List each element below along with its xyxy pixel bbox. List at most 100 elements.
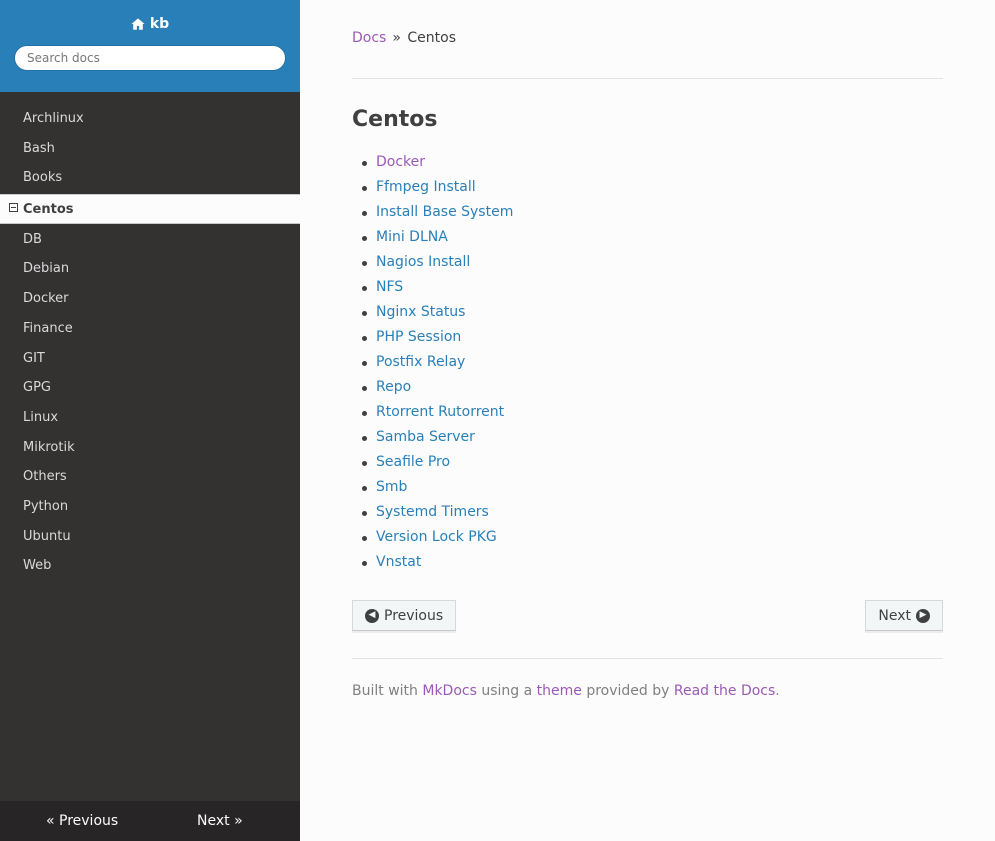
arrow-circle-right-icon: ▶ bbox=[916, 608, 930, 623]
sidebar-item-label: Ubuntu bbox=[23, 528, 71, 544]
sidebar-item-label: Archlinux bbox=[23, 111, 84, 126]
list-item: Version Lock PKG bbox=[352, 525, 943, 550]
list-item: Systemd Timers bbox=[352, 500, 943, 525]
sidebar-item-linux[interactable]: Linux bbox=[0, 403, 300, 433]
breadcrumb-current: Centos bbox=[407, 30, 456, 46]
sidebar-item-label: Web bbox=[23, 558, 52, 574]
page-list: Docker Ffmpeg Install Install Base System M… bbox=[352, 150, 943, 575]
sidebar-item-finance[interactable]: Finance bbox=[0, 314, 300, 344]
list-item: Repo bbox=[352, 375, 943, 400]
page-link[interactable]: NFS bbox=[376, 279, 403, 295]
sidebar-item-web[interactable]: Web bbox=[0, 551, 300, 581]
sidebar-item-centos[interactable]: Centos bbox=[0, 194, 300, 224]
list-item: Rtorrent Rutorrent bbox=[352, 400, 943, 425]
sidebar-item-label: Debian bbox=[23, 261, 70, 277]
sidebar-item-debian[interactable]: Debian bbox=[0, 254, 300, 284]
read-the-docs-link[interactable]: Read the Docs bbox=[674, 683, 775, 699]
page-link[interactable]: Install Base System bbox=[376, 204, 513, 220]
arrow-circle-left-icon: ◀ bbox=[365, 608, 379, 623]
sidebar-item-bash[interactable]: Bash bbox=[0, 134, 300, 164]
sidebar-next-link[interactable]: Next » bbox=[197, 813, 243, 829]
sidebar-item-db[interactable]: DB bbox=[0, 225, 300, 255]
list-item: Install Base System bbox=[352, 200, 943, 225]
sidebar-item-git[interactable]: GIT bbox=[0, 344, 300, 374]
footer-text-built-with: Built with bbox=[352, 683, 418, 699]
list-item: Smb bbox=[352, 475, 943, 500]
mkdocs-link[interactable]: MkDocs bbox=[422, 683, 477, 699]
previous-button[interactable]: ◀ Previous bbox=[352, 600, 457, 631]
theme-link[interactable]: theme bbox=[537, 683, 582, 699]
sidebar-item-docker[interactable]: Docker bbox=[0, 284, 300, 314]
sidebar-previous-link[interactable]: « Previous bbox=[46, 813, 118, 829]
next-button-label: Next bbox=[878, 607, 911, 624]
footer-text-using-a: using a bbox=[481, 683, 533, 699]
list-item: Seafile Pro bbox=[352, 450, 943, 475]
sidebar-item-label: Others bbox=[23, 469, 67, 485]
list-item: Samba Server bbox=[352, 425, 943, 450]
page-link[interactable]: Samba Server bbox=[376, 429, 475, 445]
page-link[interactable]: Ffmpeg Install bbox=[376, 179, 476, 195]
next-button[interactable]: Next ▶ bbox=[865, 600, 943, 631]
footer-text-provided-by: provided by bbox=[586, 683, 670, 699]
page-link[interactable]: Vnstat bbox=[376, 554, 421, 570]
sidebar-item-label: Books bbox=[23, 170, 63, 186]
pager: ◀ Previous Next ▶ bbox=[352, 600, 943, 634]
previous-button-label: Previous bbox=[384, 607, 444, 624]
sidebar-item-label: GIT bbox=[23, 350, 45, 366]
search-input[interactable] bbox=[14, 45, 286, 71]
page-link[interactable]: Systemd Timers bbox=[376, 504, 489, 520]
list-item: Nginx Status bbox=[352, 300, 943, 325]
footer-divider bbox=[352, 658, 943, 659]
page-link[interactable]: Mini DLNA bbox=[376, 229, 448, 245]
sidebar-item-label: Finance bbox=[23, 320, 73, 336]
collapse-toggle-icon[interactable] bbox=[9, 203, 18, 213]
sidebar-footer: « Previous Next » bbox=[0, 801, 300, 841]
page-link[interactable]: Nginx Status bbox=[376, 304, 465, 320]
sidebar-item-mikrotik[interactable]: Mikrotik bbox=[0, 433, 300, 463]
list-item: Nagios Install bbox=[352, 250, 943, 275]
sidebar-item-archlinux[interactable]: Archlinux bbox=[0, 104, 300, 134]
sidebar-item-books[interactable]: Books bbox=[0, 163, 300, 193]
sidebar-item-label: Docker bbox=[23, 291, 69, 307]
sidebar-item-label: DB bbox=[23, 231, 42, 247]
sidebar-item-label: Python bbox=[23, 498, 69, 514]
breadcrumb-docs-link[interactable]: Docs bbox=[352, 30, 386, 46]
footer-period: . bbox=[775, 683, 780, 699]
sidebar-item-python[interactable]: Python bbox=[0, 492, 300, 522]
page-link[interactable]: Smb bbox=[376, 479, 407, 495]
sidebar-item-label: Mikrotik bbox=[23, 439, 75, 455]
list-item: NFS bbox=[352, 275, 943, 300]
page-link[interactable]: Repo bbox=[376, 379, 411, 395]
sidebar-item-gpg[interactable]: GPG bbox=[0, 373, 300, 403]
sidebar-item-label: Bash bbox=[23, 140, 55, 156]
breadcrumb: Docs » Centos bbox=[352, 0, 943, 79]
list-item: Vnstat bbox=[352, 550, 943, 575]
page-link[interactable]: Docker bbox=[376, 154, 425, 170]
list-item: Postfix Relay bbox=[352, 350, 943, 375]
page-title: Centos bbox=[352, 107, 438, 132]
page-link[interactable]: Postfix Relay bbox=[376, 354, 465, 370]
page-link[interactable]: Rtorrent Rutorrent bbox=[376, 404, 504, 420]
breadcrumb-separator: » bbox=[392, 30, 401, 46]
sidebar-header: kb bbox=[0, 0, 300, 92]
brand-name: kb bbox=[149, 16, 170, 32]
page-link[interactable]: Nagios Install bbox=[376, 254, 470, 270]
page-link[interactable]: Version Lock PKG bbox=[376, 529, 497, 545]
list-item: PHP Session bbox=[352, 325, 943, 350]
sidebar-item-label: Linux bbox=[23, 409, 59, 425]
sidebar-item-label: GPG bbox=[23, 380, 51, 396]
list-item: Mini DLNA bbox=[352, 225, 943, 250]
list-item: Ffmpeg Install bbox=[352, 175, 943, 200]
home-icon bbox=[131, 18, 145, 30]
sidebar-item-ubuntu[interactable]: Ubuntu bbox=[0, 522, 300, 552]
sidebar: kb Archlinux Bash Books Centos DB Debian Docke… bbox=[0, 0, 300, 841]
main-content: Docs » Centos Centos Docker Ffmpeg Install… bbox=[352, 0, 943, 699]
sidebar-nav: Archlinux Bash Books Centos DB Debian Docker Fi… bbox=[0, 92, 300, 581]
sidebar-item-label: Centos bbox=[23, 202, 74, 218]
page-link[interactable]: Seafile Pro bbox=[376, 454, 450, 470]
footer: Built with MkDocs using a theme provided… bbox=[352, 683, 943, 699]
brand-link[interactable]: kb bbox=[131, 16, 169, 32]
sidebar-item-others[interactable]: Others bbox=[0, 462, 300, 492]
page-link[interactable]: PHP Session bbox=[376, 329, 461, 345]
list-item: Docker bbox=[352, 150, 943, 175]
